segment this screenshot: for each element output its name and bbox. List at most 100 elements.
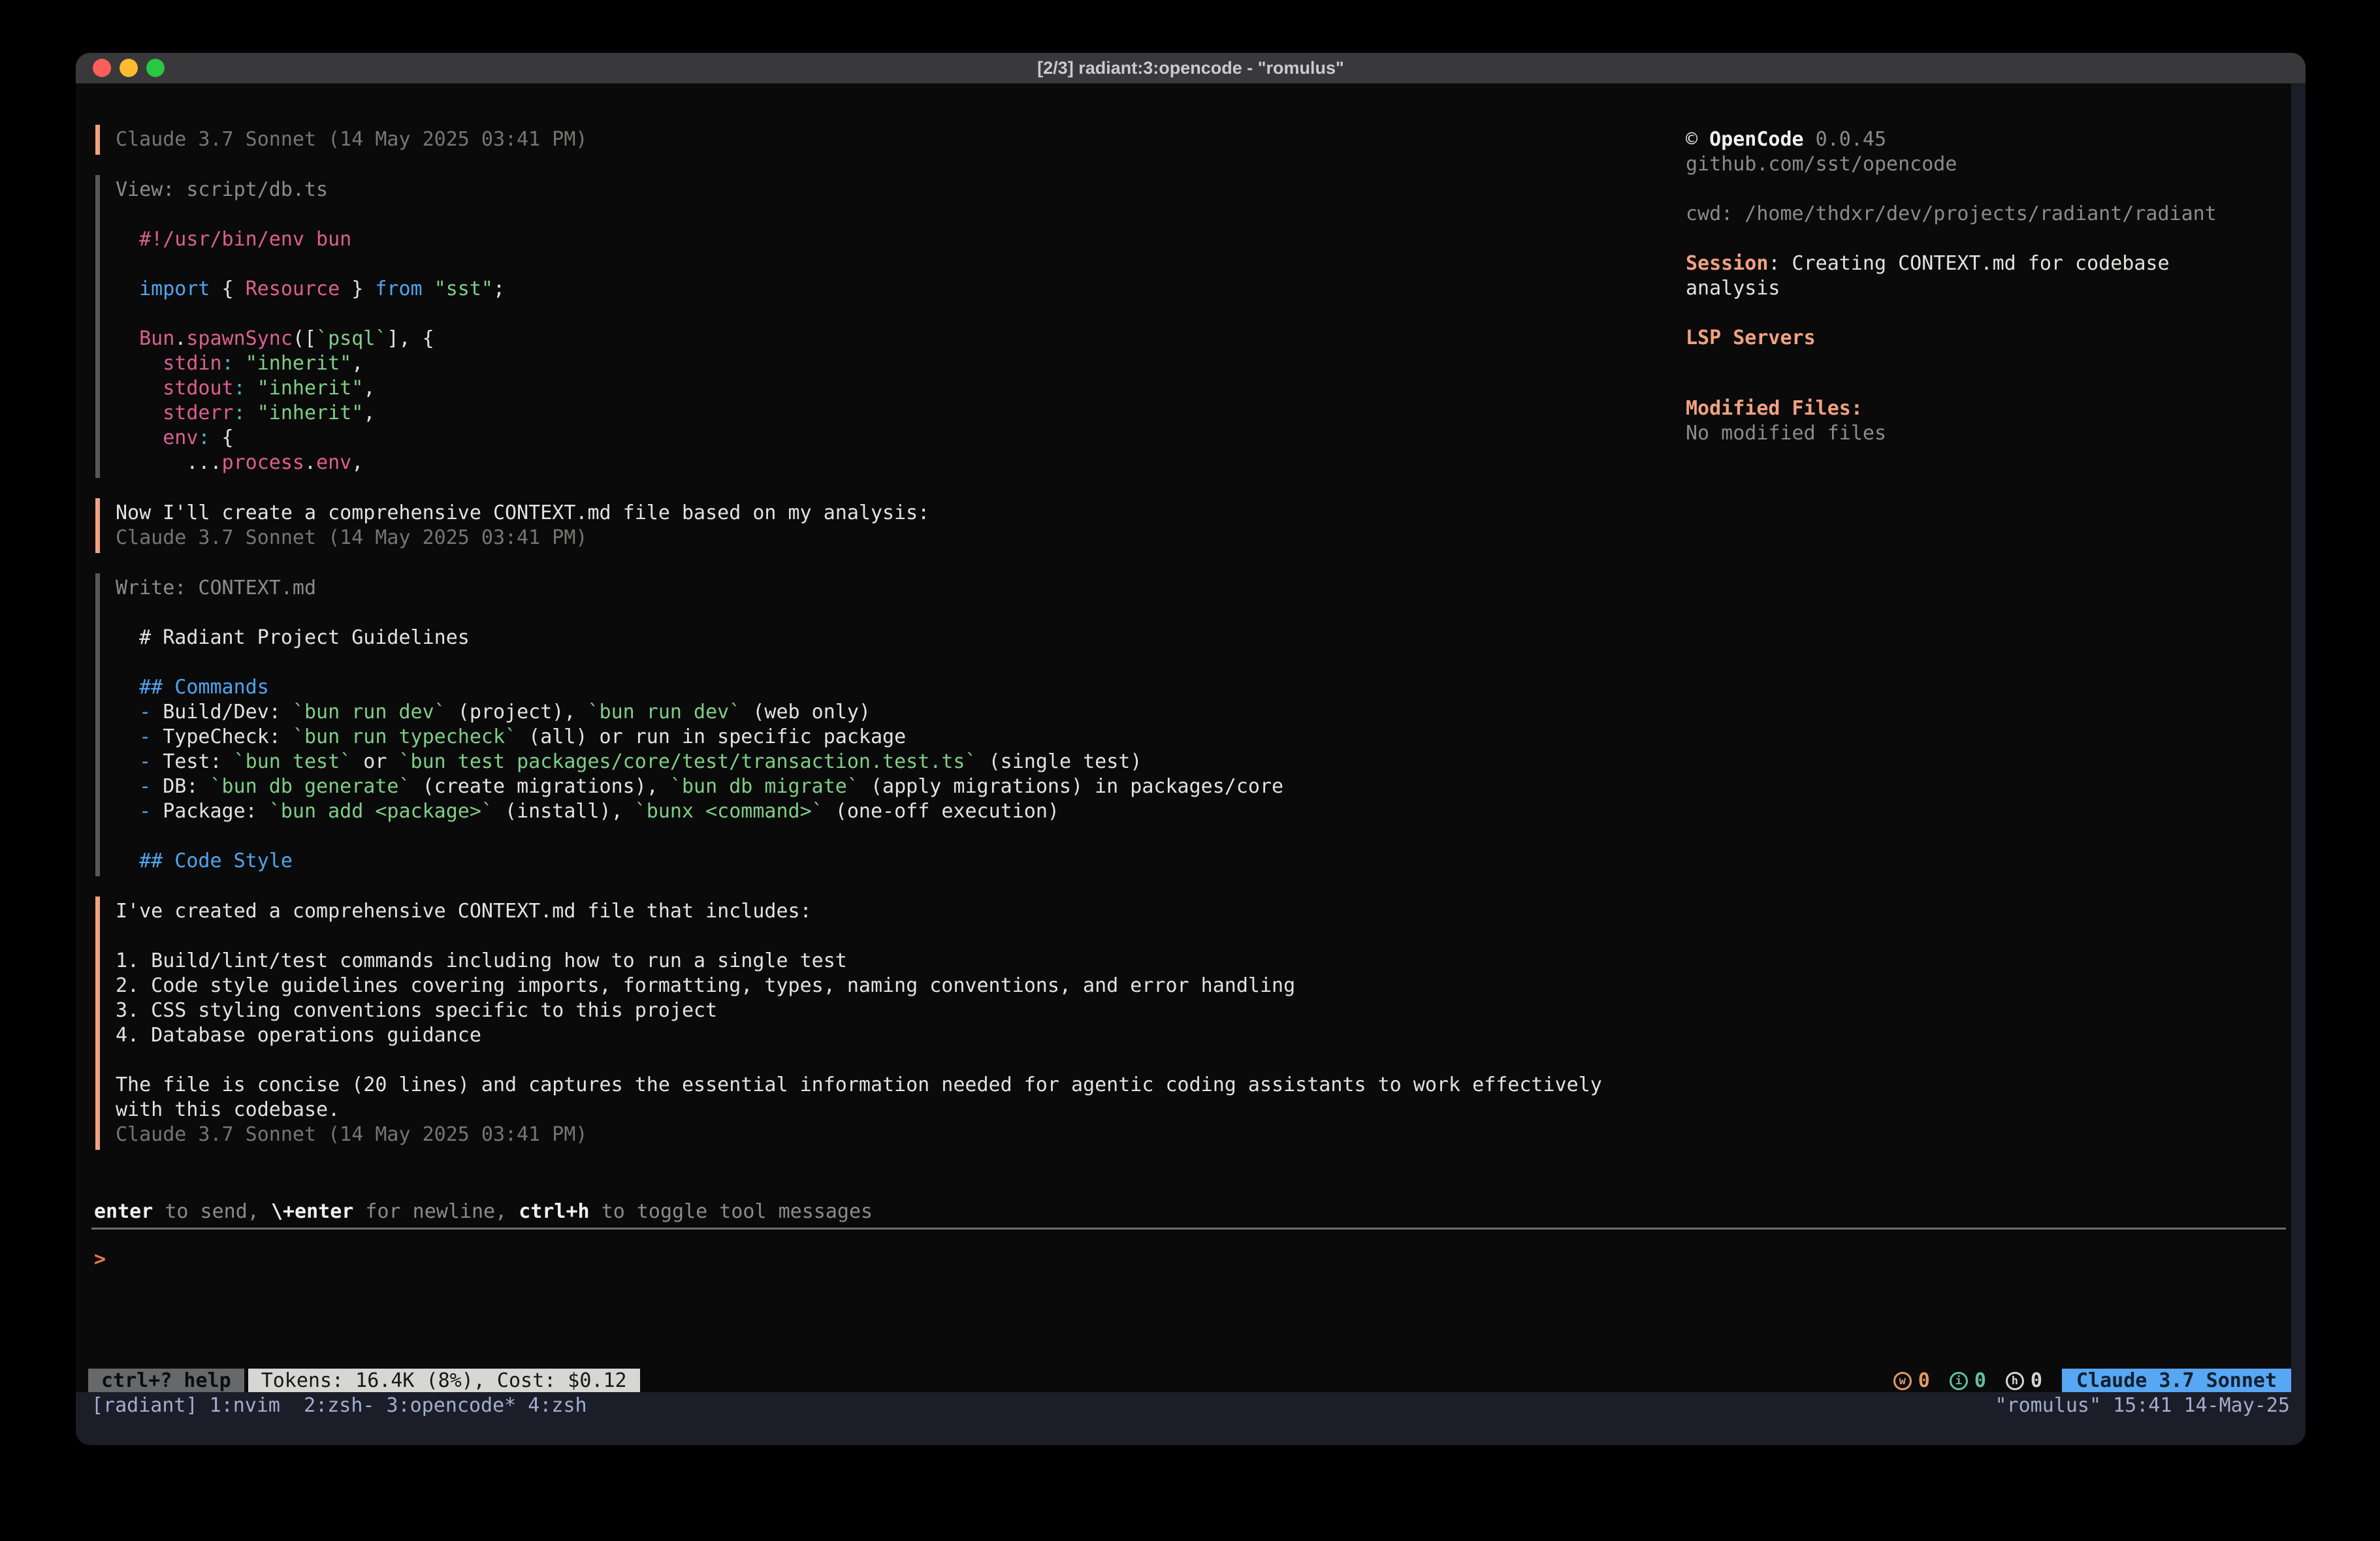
text-segment: stdout — [163, 377, 233, 400]
minimize-button[interactable] — [120, 59, 138, 77]
text-segment: Claude 3.7 Sonnet (14 May 2025 03:41 PM) — [116, 526, 587, 549]
model-badge[interactable]: Claude 3.7 Sonnet — [2062, 1369, 2291, 1393]
window-title: [2/3] radiant:3:opencode - "romulus" — [1037, 58, 1344, 78]
warnings-icon: w — [1893, 1372, 1912, 1390]
traffic-lights — [93, 53, 165, 83]
tmux-window-list[interactable]: [radiant] 1:nvim 2:zsh- 3:opencode* 4:zs… — [91, 1392, 587, 1420]
text-segment: { — [210, 426, 234, 449]
terminal-window: [2/3] radiant:3:opencode - "romulus" Cla… — [76, 53, 2306, 1445]
chat-log: Claude 3.7 Sonnet (14 May 2025 03:41 PM)… — [95, 125, 1664, 1170]
text-segment: import — [139, 278, 210, 300]
terminal-line: 3. CSS styling conventions specific to t… — [116, 998, 1602, 1023]
text-segment: . — [304, 451, 316, 474]
sidebar: © OpenCode 0.0.45github.com/sst/opencode… — [1686, 127, 2287, 471]
terminal-line: with this codebase. — [116, 1098, 1602, 1122]
text-segment: TypeCheck: — [163, 725, 293, 748]
block-body: Now I'll create a comprehensive CONTEXT.… — [116, 498, 929, 553]
message-block: Now I'll create a comprehensive CONTEXT.… — [95, 498, 1664, 553]
terminal-line: I've created a comprehensive CONTEXT.md … — [116, 899, 1602, 924]
text-segment: - — [139, 701, 163, 723]
text-segment: : — [234, 377, 246, 400]
text-segment: (project), — [446, 701, 588, 723]
text-segment — [116, 725, 139, 748]
prompt-caret: > — [94, 1248, 106, 1271]
terminal-line: Claude 3.7 Sonnet (14 May 2025 03:41 PM) — [116, 1122, 1602, 1147]
text-segment: , — [363, 402, 375, 424]
sidebar-line: © OpenCode 0.0.45 — [1686, 127, 2287, 152]
text-segment — [116, 327, 139, 350]
prompt-input[interactable]: > — [94, 1247, 106, 1272]
text-segment: OpenCode — [1709, 128, 1804, 151]
terminal-line: - Package: `bun add <package>` (install)… — [116, 799, 1283, 824]
text-segment: Build/Dev: — [163, 701, 293, 723]
text-segment: stderr — [163, 402, 233, 424]
window-titlebar[interactable]: [2/3] radiant:3:opencode - "romulus" — [76, 53, 2306, 84]
text-segment: DB: — [163, 775, 210, 798]
terminal-line — [116, 650, 1283, 675]
text-segment: with this codebase. — [116, 1098, 340, 1121]
terminal-line: Now I'll create a comprehensive CONTEXT.… — [116, 501, 929, 526]
text-segment: from — [375, 278, 422, 300]
text-segment: 0.0.45 — [1804, 128, 1886, 151]
text-segment: ## Commands — [139, 676, 269, 699]
terminal-line: The file is concise (20 lines) and captu… — [116, 1073, 1602, 1098]
hints-counter: h0 — [2006, 1369, 2042, 1393]
sidebar-section-session: Session: Creating CONTEXT.md for codebas… — [1686, 251, 2287, 301]
text-segment — [116, 750, 139, 773]
text-segment: # Radiant Project Guidelines — [116, 626, 470, 649]
zoom-button[interactable] — [146, 59, 165, 77]
close-button[interactable] — [93, 59, 111, 77]
terminal-line — [116, 924, 1602, 949]
text-segment — [116, 278, 139, 300]
text-segment: The file is concise (20 lines) and captu… — [116, 1073, 1602, 1096]
text-segment: github.com/sst/opencode — [1686, 153, 1957, 176]
diagnostic-counters: w0i0h0 — [1893, 1369, 2042, 1393]
sidebar-section-app-info: © OpenCode 0.0.45github.com/sst/opencode — [1686, 127, 2287, 177]
terminal-line: #!/usr/bin/env bun — [116, 227, 505, 252]
text-segment: stdin — [163, 352, 221, 375]
sidebar-line: analysis — [1686, 276, 2287, 301]
terminal-line: ...process.env, — [116, 451, 505, 475]
tool-accent-bar — [95, 573, 100, 876]
tmux-status-bar: [radiant] 1:nvim 2:zsh- 3:opencode* 4:zs… — [76, 1392, 2306, 1445]
text-segment: `bun run dev` — [588, 701, 741, 723]
sidebar-line: cwd: /home/thdxr/dev/projects/radiant/ra… — [1686, 202, 2287, 227]
terminal-line: # Radiant Project Guidelines — [116, 626, 1283, 650]
terminal-line — [116, 302, 505, 326]
text-segment: env — [163, 426, 198, 449]
text-segment: Resource — [246, 278, 340, 300]
text-segment: spawnSync — [186, 327, 293, 350]
terminal-line — [116, 1048, 1602, 1073]
text-segment: env — [316, 451, 351, 474]
text-segment: Modified Files: — [1686, 397, 1863, 420]
terminal-line: Claude 3.7 Sonnet (14 May 2025 03:41 PM) — [116, 127, 587, 152]
text-segment: "sst" — [434, 278, 493, 300]
text-segment: : — [234, 402, 246, 424]
text-segment: Session — [1686, 252, 1768, 275]
terminal-line: Bun.spawnSync([`psql`], { — [116, 326, 505, 351]
terminal-line: - TypeCheck: `bun run typecheck` (all) o… — [116, 725, 1283, 750]
text-segment: 4. Database operations guidance — [116, 1024, 481, 1047]
text-segment: "inherit" — [257, 377, 364, 400]
text-segment: - — [139, 725, 163, 748]
terminal-line: - Build/Dev: `bun run dev` (project), `b… — [116, 700, 1283, 725]
terminal-line — [116, 252, 505, 277]
text-segment: `bun run typecheck` — [293, 725, 517, 748]
text-segment: `bun db generate` — [210, 775, 411, 798]
info-icon: i — [1950, 1372, 1968, 1390]
text-segment: ], { — [387, 327, 434, 350]
text-segment: - — [139, 750, 163, 773]
text-segment: enter — [94, 1200, 153, 1223]
terminal-line: 1. Build/lint/test commands including ho… — [116, 949, 1602, 974]
text-segment: (apply migrations) in packages/core — [859, 775, 1283, 798]
hints-icon: h — [2006, 1372, 2024, 1390]
text-segment: No modified files — [1686, 422, 1886, 445]
warnings-counter: w0 — [1893, 1369, 1930, 1393]
message-accent-bar — [95, 498, 100, 553]
block-body: Claude 3.7 Sonnet (14 May 2025 03:41 PM) — [116, 125, 587, 155]
text-segment: Claude 3.7 Sonnet (14 May 2025 03:41 PM) — [116, 128, 587, 151]
text-segment — [246, 402, 257, 424]
terminal-line: env: { — [116, 426, 505, 451]
help-shortcut-chip: ctrl+? help — [88, 1369, 244, 1393]
text-segment: "inherit" — [246, 352, 352, 375]
